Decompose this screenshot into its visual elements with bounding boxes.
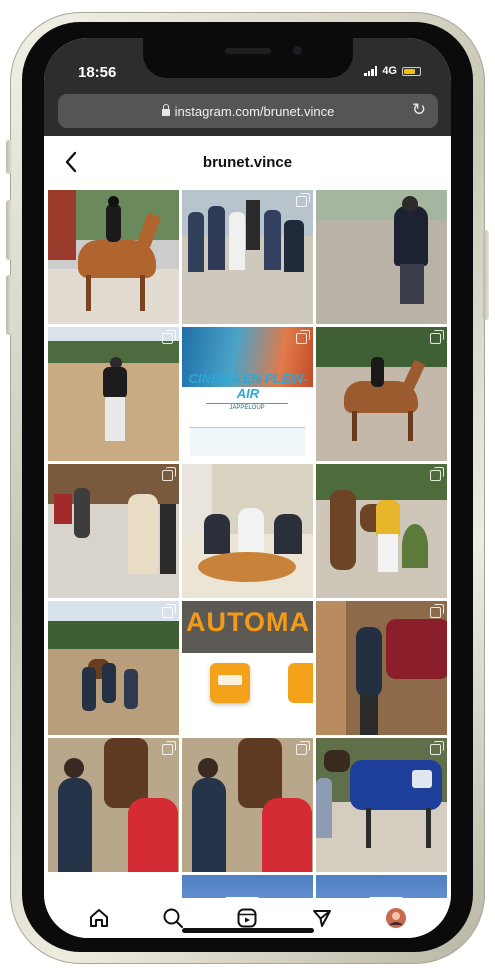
post-tile[interactable] [316, 601, 447, 735]
post-tile[interactable] [48, 190, 179, 324]
speaker-grille [225, 48, 271, 54]
address-bar[interactable]: instagram.com/brunet.vince ↻ [58, 94, 438, 128]
posts-grid: CINEMA EN PLEIN-AIR JAPPELOUP AUTOMA [48, 190, 447, 938]
power-button [483, 230, 489, 320]
lock-icon [161, 104, 170, 116]
post-tile[interactable] [316, 190, 447, 324]
cinema-poster-subtitle: JAPPELOUP [229, 405, 265, 411]
post-tile[interactable] [182, 738, 313, 872]
post-tile[interactable] [182, 464, 313, 598]
automa-sign-text: AUTOMA [186, 607, 310, 637]
send-icon[interactable] [309, 905, 335, 931]
front-camera [293, 46, 302, 55]
post-tile[interactable]: AUTOMA [182, 601, 313, 735]
network-type: 4G [382, 65, 397, 77]
post-tile[interactable] [316, 738, 447, 872]
profile-header: brunet.vince [44, 136, 451, 190]
volume-up-button [6, 200, 12, 260]
home-indicator[interactable] [182, 928, 314, 933]
cinema-poster-title: CINEMA EN PLEIN-AIR [188, 371, 308, 401]
silent-switch [6, 140, 12, 174]
search-icon[interactable] [160, 905, 186, 931]
url-text: instagram.com/brunet.vince [174, 103, 335, 119]
post-tile[interactable] [48, 601, 179, 735]
battery-icon [402, 66, 421, 76]
post-tile[interactable] [316, 464, 447, 598]
volume-down-button [6, 275, 12, 335]
browser-toolbar: instagram.com/brunet.vince ↻ [44, 86, 451, 136]
post-tile[interactable] [316, 327, 447, 461]
signal-icon [364, 66, 378, 76]
screen: 18:56 4G instagram.com/brunet.vince ↻ br… [44, 38, 451, 938]
post-tile[interactable] [48, 327, 179, 461]
profile-avatar[interactable] [383, 905, 409, 931]
post-tile[interactable]: CINEMA EN PLEIN-AIR JAPPELOUP [182, 327, 313, 461]
status-indicators: 4G [364, 65, 421, 77]
notch [143, 38, 353, 78]
post-tile[interactable] [48, 464, 179, 598]
post-tile[interactable] [48, 738, 179, 872]
home-icon[interactable] [86, 905, 112, 931]
profile-username: brunet.vince [202, 154, 293, 171]
reload-icon[interactable]: ↻ [410, 101, 428, 119]
status-time: 18:56 [78, 64, 117, 81]
post-tile[interactable] [182, 190, 313, 324]
